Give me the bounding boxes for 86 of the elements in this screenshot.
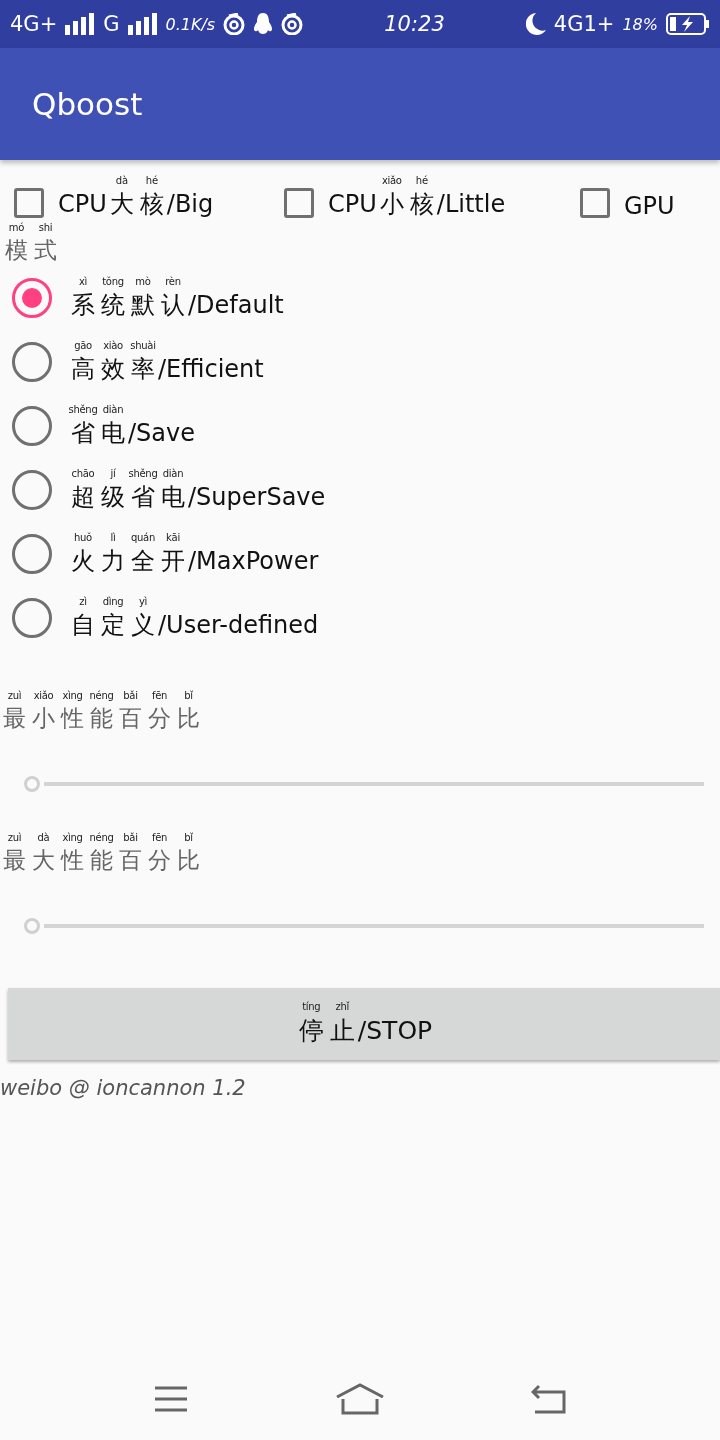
radio-label[interactable]: 高效率/Efficient [68,354,264,383]
pinyin-annotation: bǐ [184,832,193,844]
pinyin-annotation: shěng [68,403,98,416]
pinyin-annotation: gāo [74,339,92,352]
pinyin-annotation: bǎi [123,832,138,844]
pinyin-annotation: tǒng [102,275,124,288]
radio-label[interactable]: 超级省电/SuperSave [68,482,326,511]
pinyin-annotation: zuì [7,832,22,844]
slider-thumb[interactable] [24,918,40,934]
checkbox-label[interactable]: GPU [624,192,675,220]
pinyin-annotation: fēn [151,690,168,702]
pinyin-annotation: diàn [162,467,184,480]
network-type: G [103,12,120,36]
slider-label: 最小性能百分比 [2,705,201,731]
pinyin-annotation: yì [138,595,148,608]
pinyin-annotation: mò [135,275,151,288]
radio-button[interactable] [12,534,52,574]
pinyin-annotation: bǐ [184,690,193,702]
slider[interactable] [24,776,704,792]
section-heading: 模式 [4,237,58,263]
pinyin-annotation: xìng [62,832,83,844]
slider-thumb[interactable] [24,776,40,792]
pinyin-annotation: xiǎo [33,690,54,702]
radio-label[interactable]: 系统默认/Default [68,290,284,319]
pinyin-annotation: dà [115,175,128,187]
menu-icon[interactable] [153,1386,189,1412]
network-speed: 0.1K/s [165,14,216,34]
pinyin-annotation: rèn [165,275,181,288]
checkbox[interactable] [284,188,314,218]
pinyin-annotation: hé [415,175,428,187]
radio-button[interactable] [12,342,52,382]
swirl-icon [281,13,304,35]
pinyin-annotation: zuì [7,690,22,702]
radio-label[interactable]: 省电/Save [68,418,195,447]
pinyin-annotation: chāo [71,467,95,480]
home-icon[interactable] [335,1383,385,1415]
pinyin-annotation: zì [79,595,87,608]
checkbox[interactable] [14,188,44,218]
pinyin-annotation: huǒ [74,531,92,544]
swirl-icon [223,13,246,35]
network-type: 4G1+ [553,12,615,36]
pinyin-annotation: xiǎo [381,175,402,187]
app-title: Qboost [32,86,143,122]
battery-percent: 18% [622,14,658,34]
pinyin-annotation: mó [8,222,25,234]
clock: 10:23 [384,12,445,36]
pinyin-annotation: xì [78,275,88,288]
stop-button[interactable]: 停止/STOP tíng zhǐ [8,988,720,1060]
pinyin-annotation: hé [145,175,158,187]
network-type: 4G+ [10,12,58,36]
pinyin-annotation: dìng [102,595,124,608]
pinyin-annotation: zhǐ [335,1001,350,1013]
footer-credit: weibo @ ioncannon 1.2 [0,1076,246,1100]
pinyin-annotation: kāi [166,531,180,544]
battery-charging-icon [666,13,710,35]
pinyin-annotation: néng [89,690,114,702]
radio-label[interactable]: 自定义/User-defined [68,610,319,639]
checkbox-label[interactable]: CPU大核/Big [58,190,214,218]
checkbox[interactable] [580,188,610,218]
pinyin-annotation: quán [131,531,155,544]
pinyin-annotation: tíng [302,1001,321,1013]
pinyin-annotation: xìng [62,690,83,702]
radio-button[interactable] [12,278,52,318]
pinyin-annotation: néng [89,832,114,844]
pinyin-annotation: bǎi [123,690,138,702]
radio-button[interactable] [12,598,52,638]
pinyin-annotation: fēn [151,832,168,844]
radio-button[interactable] [12,406,52,446]
pinyin-annotation: shi [38,222,53,234]
pinyin-annotation: shuài [130,339,156,352]
radio-label[interactable]: 火力全开/MaxPower [68,546,319,575]
signal-icon [127,13,158,35]
checkbox-label[interactable]: CPU小核/Little [328,190,506,218]
pinyin-annotation: dà [37,832,50,844]
slider[interactable] [24,918,704,934]
penguin-icon [253,13,274,35]
pinyin-annotation: shěng [128,467,158,480]
slider-label: 最大性能百分比 [2,847,201,873]
moon-icon [525,13,546,35]
radio-button[interactable] [12,470,52,510]
pinyin-annotation: lì [110,531,116,544]
pinyin-annotation: diàn [102,403,124,416]
pinyin-annotation: jí [110,467,116,480]
back-icon[interactable] [531,1384,567,1414]
pinyin-annotation: xiào [103,339,123,352]
signal-icon [65,13,96,35]
